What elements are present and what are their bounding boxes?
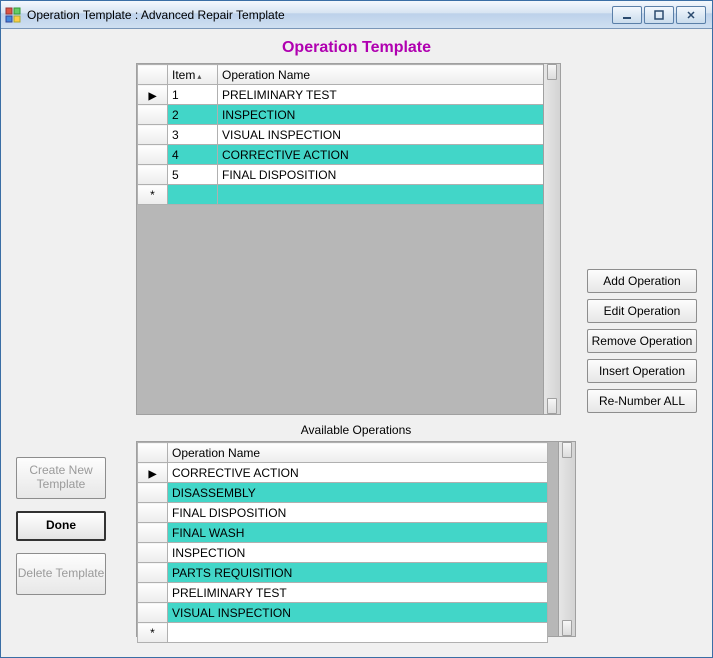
- window-buttons: [612, 6, 706, 24]
- app-icon: [5, 7, 21, 23]
- template-operations-grid[interactable]: Item▴ Operation Name ▶ 1 PRELIMINARY TES…: [136, 63, 561, 415]
- renumber-all-button[interactable]: Re-Number ALL: [587, 389, 697, 413]
- table-row[interactable]: ▶ CORRECTIVE ACTION: [138, 463, 548, 483]
- cell-operation-name[interactable]: PRELIMINARY TEST: [168, 583, 548, 603]
- table-row[interactable]: ▶ 1 PRELIMINARY TEST: [138, 85, 558, 105]
- grid-header-row: Item▴ Operation Name: [138, 65, 558, 85]
- minimize-button[interactable]: [612, 6, 642, 24]
- insert-operation-button[interactable]: Insert Operation: [587, 359, 697, 383]
- delete-template-button[interactable]: Delete Template: [16, 553, 106, 595]
- cell-operation-name[interactable]: DISASSEMBLY: [168, 483, 548, 503]
- done-button[interactable]: Done: [16, 511, 106, 541]
- cell-item[interactable]: [168, 185, 218, 205]
- cell-operation-name[interactable]: [168, 623, 548, 643]
- cell-operation-name[interactable]: FINAL DISPOSITION: [218, 165, 558, 185]
- page-title: Operation Template: [16, 39, 697, 63]
- table-row[interactable]: 2 INSPECTION: [138, 105, 558, 125]
- table-row[interactable]: INSPECTION: [138, 543, 548, 563]
- cell-operation-name[interactable]: FINAL WASH: [168, 523, 548, 543]
- current-row-indicator-icon: ▶: [149, 91, 157, 102]
- table-row[interactable]: PARTS REQUISITION: [138, 563, 548, 583]
- cell-operation-name[interactable]: INSPECTION: [218, 105, 558, 125]
- new-row-indicator-icon: *: [138, 185, 168, 205]
- new-row[interactable]: *: [138, 623, 548, 643]
- client-area: Operation Template Item▴ Operation Name …: [1, 29, 712, 657]
- vertical-scrollbar[interactable]: [543, 64, 560, 414]
- sort-asc-icon: ▴: [195, 72, 201, 81]
- table-row[interactable]: 3 VISUAL INSPECTION: [138, 125, 558, 145]
- cell-operation-name[interactable]: PRELIMINARY TEST: [218, 85, 558, 105]
- cell-operation-name[interactable]: VISUAL INSPECTION: [218, 125, 558, 145]
- operation-buttons-panel: Add Operation Edit Operation Remove Oper…: [587, 269, 697, 413]
- table-row[interactable]: PRELIMINARY TEST: [138, 583, 548, 603]
- template-buttons-panel: Create New Template Done Delete Template: [16, 457, 116, 595]
- cell-item[interactable]: 1: [168, 85, 218, 105]
- available-operations-label: Available Operations: [136, 423, 576, 437]
- table-row[interactable]: 4 CORRECTIVE ACTION: [138, 145, 558, 165]
- cell-operation-name[interactable]: FINAL DISPOSITION: [168, 503, 548, 523]
- vertical-scrollbar[interactable]: [558, 442, 575, 636]
- cell-item[interactable]: 2: [168, 105, 218, 125]
- cell-operation-name[interactable]: CORRECTIVE ACTION: [168, 463, 548, 483]
- new-row[interactable]: *: [138, 185, 558, 205]
- cell-item[interactable]: 4: [168, 145, 218, 165]
- column-header-item[interactable]: Item▴: [168, 65, 218, 85]
- table-row[interactable]: DISASSEMBLY: [138, 483, 548, 503]
- current-row-indicator-icon: ▶: [149, 469, 157, 480]
- titlebar[interactable]: Operation Template : Advanced Repair Tem…: [1, 1, 712, 29]
- remove-operation-button[interactable]: Remove Operation: [587, 329, 697, 353]
- window-title: Operation Template : Advanced Repair Tem…: [27, 8, 612, 22]
- cell-item[interactable]: 5: [168, 165, 218, 185]
- cell-operation-name[interactable]: CORRECTIVE ACTION: [218, 145, 558, 165]
- grid-header-row: Operation Name: [138, 443, 548, 463]
- edit-operation-button[interactable]: Edit Operation: [587, 299, 697, 323]
- column-header-operation-name[interactable]: Operation Name: [218, 65, 558, 85]
- create-new-template-button[interactable]: Create New Template: [16, 457, 106, 499]
- table-row[interactable]: FINAL WASH: [138, 523, 548, 543]
- table-row[interactable]: FINAL DISPOSITION: [138, 503, 548, 523]
- cell-operation-name[interactable]: PARTS REQUISITION: [168, 563, 548, 583]
- row-header-corner[interactable]: [138, 443, 168, 463]
- window-frame: Operation Template : Advanced Repair Tem…: [0, 0, 713, 658]
- cell-operation-name[interactable]: INSPECTION: [168, 543, 548, 563]
- new-row-indicator-icon: *: [138, 623, 168, 643]
- available-operations-grid[interactable]: Operation Name ▶ CORRECTIVE ACTION DISAS…: [136, 441, 576, 637]
- cell-operation-name[interactable]: [218, 185, 558, 205]
- table-row[interactable]: VISUAL INSPECTION: [138, 603, 548, 623]
- add-operation-button[interactable]: Add Operation: [587, 269, 697, 293]
- maximize-button[interactable]: [644, 6, 674, 24]
- table-row[interactable]: 5 FINAL DISPOSITION: [138, 165, 558, 185]
- cell-operation-name[interactable]: VISUAL INSPECTION: [168, 603, 548, 623]
- cell-item[interactable]: 3: [168, 125, 218, 145]
- row-header-corner[interactable]: [138, 65, 168, 85]
- column-header-operation-name[interactable]: Operation Name: [168, 443, 548, 463]
- close-button[interactable]: [676, 6, 706, 24]
